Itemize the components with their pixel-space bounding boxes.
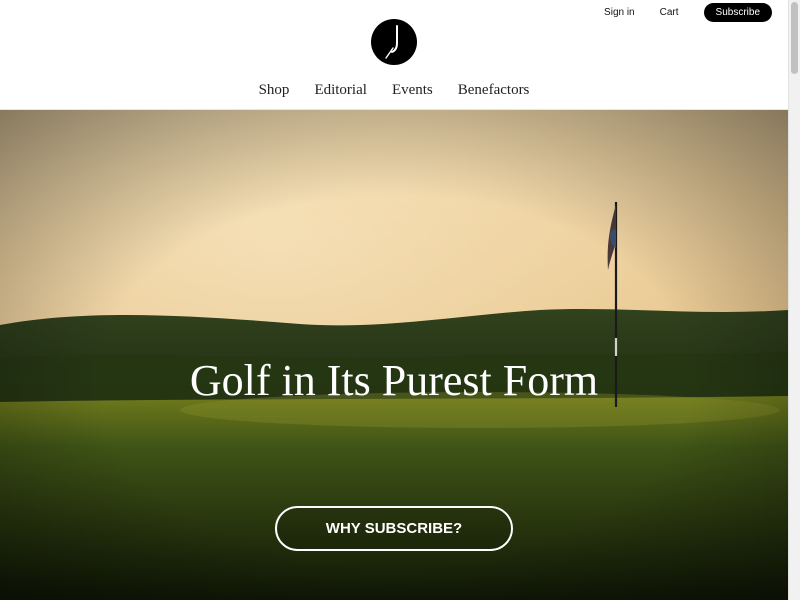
scrollbar[interactable] bbox=[788, 0, 800, 600]
nav-item-shop[interactable]: Shop bbox=[259, 82, 290, 99]
nav-item-benefactors[interactable]: Benefactors bbox=[458, 82, 530, 99]
site-header: Sign in Cart Subscribe Shop Editorial Ev… bbox=[0, 0, 788, 110]
clock-j-logo-icon bbox=[371, 19, 417, 65]
hero-section: Golf in Its Purest Form WHY SUBSCRIBE? bbox=[0, 110, 788, 600]
nav-item-events[interactable]: Events bbox=[392, 82, 433, 99]
cart-link[interactable]: Cart bbox=[660, 7, 679, 18]
subscribe-button[interactable]: Subscribe bbox=[703, 3, 772, 22]
hero-title: Golf in Its Purest Form bbox=[189, 356, 599, 405]
scrollbar-thumb[interactable] bbox=[791, 2, 798, 74]
main-nav: Shop Editorial Events Benefactors bbox=[0, 82, 788, 99]
sign-in-link[interactable]: Sign in bbox=[604, 7, 635, 18]
nav-item-editorial[interactable]: Editorial bbox=[314, 82, 367, 99]
why-subscribe-button[interactable]: WHY SUBSCRIBE? bbox=[275, 506, 513, 551]
account-links: Sign in Cart Subscribe bbox=[604, 3, 772, 22]
site-logo[interactable] bbox=[371, 19, 417, 65]
